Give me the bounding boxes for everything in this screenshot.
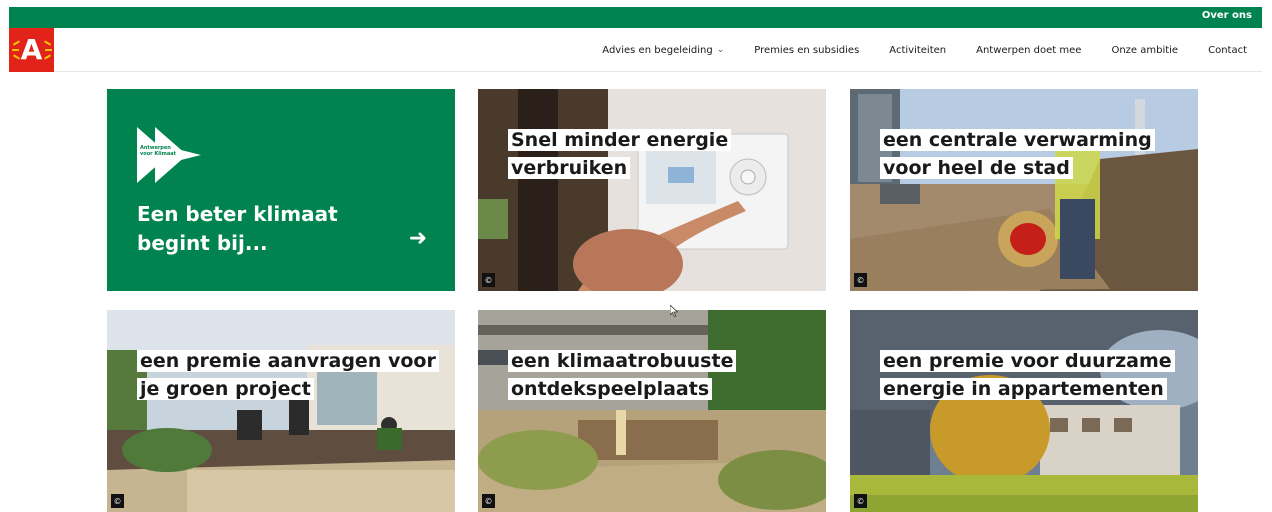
nav-activiteiten[interactable]: Activiteiten xyxy=(889,45,946,56)
tile-duurzame-energie[interactable]: een premie voor duurzame energie in appa… xyxy=(850,310,1198,512)
tile-caption: een klimaatrobuuste ontdekspeelplaats xyxy=(508,347,737,403)
nav-premies-en-subsidies[interactable]: Premies en subsidies xyxy=(754,45,859,56)
copyright-icon[interactable]: © xyxy=(854,273,867,287)
copyright-icon[interactable]: © xyxy=(854,494,867,508)
tile-caption: Snel minder energie verbruiken xyxy=(508,126,732,182)
caption-line-2: energie in appartementen xyxy=(880,378,1167,400)
copyright-icon[interactable]: © xyxy=(482,494,495,508)
caption-line-1: een centrale verwarming xyxy=(880,129,1155,151)
caption-line-2: voor heel de stad xyxy=(880,157,1073,179)
tile-caption: een premie aanvragen voor je groen proje… xyxy=(137,347,439,403)
caption-line-2: verbruiken xyxy=(508,157,631,179)
copyright-icon[interactable]: © xyxy=(482,273,495,287)
caption-line-1: Snel minder energie xyxy=(508,129,732,151)
apartments-photo xyxy=(850,310,1198,512)
green-roof-photo xyxy=(107,310,455,512)
thermostat-photo xyxy=(478,89,826,291)
over-ons-link[interactable]: Over ons xyxy=(1202,10,1252,21)
tile-caption: een centrale verwarming voor heel de sta… xyxy=(880,126,1155,182)
arrow-right-icon: ➜ xyxy=(408,226,427,251)
promo-tile[interactable]: Antwerpen voor Klimaat Een beter klimaat… xyxy=(107,89,455,291)
chevron-down-icon: ⌄ xyxy=(716,45,725,55)
tile-groen-project[interactable]: een premie aanvragen voor je groen proje… xyxy=(107,310,455,512)
badge-line-2: voor Klimaat xyxy=(140,151,176,157)
tile-centrale-verwarming[interactable]: een centrale verwarming voor heel de sta… xyxy=(850,89,1198,291)
badge-label: Antwerpen voor Klimaat xyxy=(140,145,176,157)
caption-line-1: een premie voor duurzame xyxy=(880,350,1175,372)
caption-line-1: een klimaatrobuuste xyxy=(508,350,737,372)
main-nav: Advies en begeleiding ⌄ Premies en subsid… xyxy=(587,28,1262,72)
nav-contact[interactable]: Contact xyxy=(1208,45,1247,56)
copyright-icon[interactable]: © xyxy=(111,494,124,508)
caption-line-1: een premie aanvragen voor xyxy=(137,350,439,372)
logo-letter: A xyxy=(20,33,43,66)
main-header: A Advies en begeleiding ⌄ Premies en subs… xyxy=(9,28,1262,72)
caption-line-2: je groen project xyxy=(137,378,314,400)
promo-title: Een beter klimaat begint bij... xyxy=(137,202,338,255)
top-utility-bar: Over ons xyxy=(9,7,1262,28)
nav-advies-en-begeleiding[interactable]: Advies en begeleiding ⌄ xyxy=(602,45,724,56)
nav-antwerpen-doet-mee[interactable]: Antwerpen doet mee xyxy=(976,45,1081,56)
nav-onze-ambitie[interactable]: Onze ambitie xyxy=(1111,45,1178,56)
tile-ontdekspeelplaats[interactable]: een klimaatrobuuste ontdekspeelplaats © xyxy=(478,310,826,512)
construction-photo xyxy=(850,89,1198,291)
playground-photo xyxy=(478,310,826,512)
caption-line-2: ontdekspeelplaats xyxy=(508,378,713,400)
antwerpen-logo[interactable]: A xyxy=(9,28,54,72)
mouse-cursor-icon xyxy=(670,305,678,317)
nav-label: Advies en begeleiding xyxy=(602,44,713,56)
tile-caption: een premie voor duurzame energie in appa… xyxy=(880,347,1175,403)
tile-energie-verbruiken[interactable]: Snel minder energie verbruiken © xyxy=(478,89,826,291)
